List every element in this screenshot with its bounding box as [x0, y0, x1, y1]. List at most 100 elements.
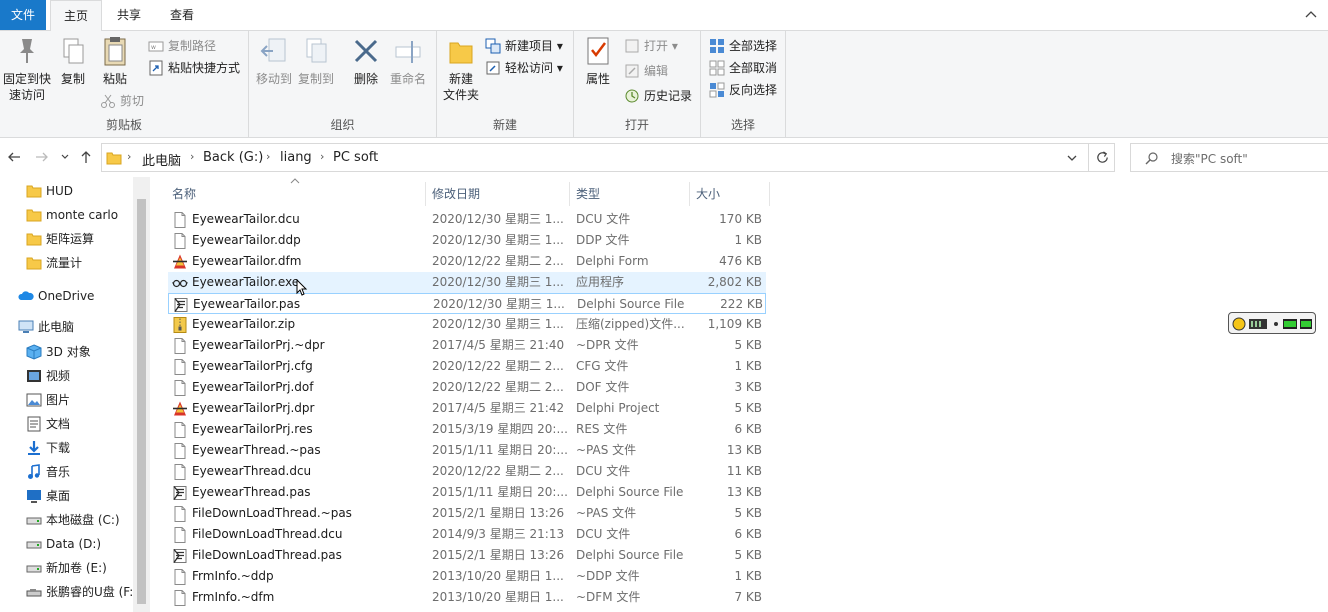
address-bar[interactable]: › 此电脑 › Back (G:) › liang › PC soft [101, 143, 1115, 172]
paste-label: 粘贴 [102, 72, 127, 86]
copy-path-button[interactable]: w 复制路径 [148, 36, 216, 56]
file-modified-date: 2015/1/11 星期日 20:... [432, 443, 568, 457]
rename-button[interactable]: 重命名 [387, 35, 429, 87]
scissors-icon [101, 94, 115, 108]
tab-file[interactable]: 文件 [0, 0, 46, 30]
breadcrumb-back-g[interactable]: Back (G:) [203, 150, 263, 165]
file-row[interactable]: EyewearTailor.dfm 2020/12/22 星期二 2... Delp… [168, 251, 766, 272]
pin-quick-access-button[interactable]: 固定到快 速访问 [2, 35, 52, 103]
history-icon [625, 89, 639, 103]
file-row[interactable]: FileDownLoadThread.dcu 2014/9/3 星期三 21:13… [168, 524, 766, 545]
paste-shortcut-icon [149, 60, 163, 76]
tab-share[interactable]: 共享 [106, 0, 152, 30]
breadcrumb-pc-soft[interactable]: PC soft [333, 150, 378, 165]
sidebar-scrollbar-thumb[interactable] [137, 199, 146, 604]
file-name: FileDownLoadThread.dcu [192, 527, 343, 541]
column-header-date[interactable]: 修改日期 [426, 182, 570, 206]
sidebar-item-label: 视频 [46, 369, 71, 383]
file-row[interactable]: FrmInfo.~dfm 2013/10/20 星期日 1... ~DFM 文件 7 … [168, 587, 766, 608]
paste-button[interactable]: 粘贴 [96, 35, 134, 87]
refresh-icon[interactable] [1095, 150, 1110, 165]
copy-to-icon [306, 38, 327, 63]
move-to-button[interactable]: 移动到 [255, 35, 293, 87]
file-row[interactable]: FrmInfo.~ddp 2013/10/20 星期日 1... ~DDP 文件 1 … [168, 566, 766, 587]
file-icon [174, 380, 186, 396]
new-folder-button[interactable]: 新建 文件夹 [441, 35, 481, 103]
file-modified-date: 2015/2/1 星期日 13:26 [432, 506, 565, 520]
file-row[interactable]: FileDownLoadThread.~pas 2015/2/1 星期日 13:2… [168, 503, 766, 524]
history-label: 历史记录 [644, 89, 693, 103]
file-row[interactable]: EyewearTailorPrj.~dpr 2017/4/5 星期三 21:40 ~… [168, 335, 766, 356]
file-row[interactable]: EyewearTailor.zip 2020/12/30 星期三 1... 压缩(z… [168, 314, 766, 335]
folder-icon [26, 209, 42, 222]
file-row[interactable]: EyewearTailorPrj.dof 2020/12/22 星期二 2... D… [168, 377, 766, 398]
pin-label-2: 速访问 [8, 88, 45, 102]
copy-path-icon: w [148, 41, 164, 52]
file-row[interactable]: FileDownLoadThread.pas 2015/2/1 星期日 13:26… [168, 545, 766, 566]
breadcrumb-this-pc[interactable]: 此电脑 [142, 150, 181, 169]
new-item-button[interactable]: 新建项目 ▾ [485, 36, 563, 56]
rename-icon [395, 41, 421, 63]
file-modified-date: 2015/3/19 星期四 20:... [432, 422, 568, 436]
column-header-size[interactable]: 大小 [690, 182, 770, 206]
group-clipboard: 固定到快 速访问 复制 粘贴 w 复制路径 粘贴快捷方式 剪切 剪贴板 [0, 31, 249, 137]
breadcrumb-separator: › [127, 150, 132, 163]
search-box[interactable]: 搜索"PC soft" [1130, 143, 1328, 172]
column-header-name[interactable]: 名称 [166, 182, 426, 206]
file-icon [174, 590, 186, 606]
column-header-type[interactable]: 类型 [570, 182, 690, 206]
open-icon [625, 39, 639, 53]
picture-icon [26, 393, 42, 407]
file-modified-date: 2015/1/11 星期日 20:... [432, 485, 568, 499]
new-folder-label-1: 新建 [448, 72, 473, 86]
file-size: 1 KB [734, 233, 762, 247]
chevron-up-icon[interactable] [1304, 8, 1318, 22]
chevron-down-icon[interactable] [1066, 151, 1078, 165]
invert-selection-button[interactable]: 反向选择 [709, 80, 777, 100]
tab-view[interactable]: 查看 [158, 0, 206, 30]
up-arrow-icon[interactable] [78, 149, 94, 165]
file-row[interactable]: EyewearTailor.ddp 2020/12/30 星期三 1... DDP … [168, 230, 766, 251]
file-row[interactable]: EyewearTailor.exe 2020/12/30 星期三 1... 应用程序… [168, 272, 766, 293]
search-placeholder: 搜索"PC soft" [1171, 152, 1248, 166]
file-row[interactable]: EyewearTailorPrj.cfg 2020/12/22 星期二 2... C… [168, 356, 766, 377]
sidebar-item-label: 文档 [46, 417, 71, 431]
breadcrumb-liang[interactable]: liang [280, 150, 312, 165]
file-row[interactable]: EyewearTailorPrj.res 2015/3/19 星期四 20:...… [168, 419, 766, 440]
address-divider [1088, 144, 1089, 171]
select-none-button[interactable]: 全部取消 [709, 58, 777, 78]
move-to-icon [260, 38, 286, 62]
delete-button[interactable]: 删除 [349, 35, 383, 87]
copy-to-button[interactable]: 复制到 [297, 35, 335, 87]
file-row[interactable]: EyewearTailorPrj.dpr 2017/4/5 星期三 21:42 De… [168, 398, 766, 419]
recent-dropdown-icon[interactable] [60, 149, 70, 165]
file-name: EyewearTailorPrj.res [192, 422, 313, 436]
select-all-button[interactable]: 全部选择 [709, 36, 777, 56]
select-none-label: 全部取消 [729, 61, 778, 75]
easy-access-button[interactable]: 轻松访问 ▾ [485, 58, 563, 78]
navigation-pane: HUD monte carlo 矩阵运算 流量计 OneDrive 此电脑 3D 对象 视频图… [0, 177, 150, 612]
history-button[interactable]: 历史记录 [624, 86, 692, 106]
file-type: 应用程序 [576, 275, 625, 289]
file-row[interactable]: EyewearThread.dcu 2020/12/22 星期二 2... DCU … [168, 461, 766, 482]
paste-shortcut-button[interactable]: 粘贴快捷方式 [148, 58, 240, 78]
back-arrow-icon[interactable] [6, 149, 22, 165]
properties-button[interactable]: 属性 [580, 35, 616, 87]
file-row[interactable]: EyewearThread.~pas 2015/1/11 星期日 20:... ~P… [168, 440, 766, 461]
easy-access-icon [486, 61, 500, 75]
sidebar-scrollbar[interactable] [133, 177, 150, 612]
network-monitor-widget[interactable] [1228, 312, 1316, 334]
file-row[interactable]: EyewearThread.pas 2015/1/11 星期日 20:... Del… [168, 482, 766, 503]
navigation-bar: › 此电脑 › Back (G:) › liang › PC soft 搜索"P… [0, 139, 1328, 177]
edit-button[interactable]: 编辑 [624, 61, 668, 81]
copy-button[interactable]: 复制 [56, 35, 90, 87]
delphi-source-icon [173, 549, 187, 563]
tab-home[interactable]: 主页 [50, 0, 102, 31]
cut-button[interactable]: 剪切 [100, 91, 144, 111]
file-row[interactable]: EyewearTailor.dcu 2020/12/30 星期三 1... DCU … [168, 209, 766, 230]
file-row[interactable]: EyewearTailor.pas 2020/12/30 星期三 1... Delp… [168, 293, 766, 314]
invert-selection-icon [709, 82, 725, 98]
open-button[interactable]: 打开 ▾ [624, 36, 678, 56]
forward-arrow-icon[interactable] [34, 149, 50, 165]
file-modified-date: 2015/2/1 星期日 13:26 [432, 548, 565, 562]
